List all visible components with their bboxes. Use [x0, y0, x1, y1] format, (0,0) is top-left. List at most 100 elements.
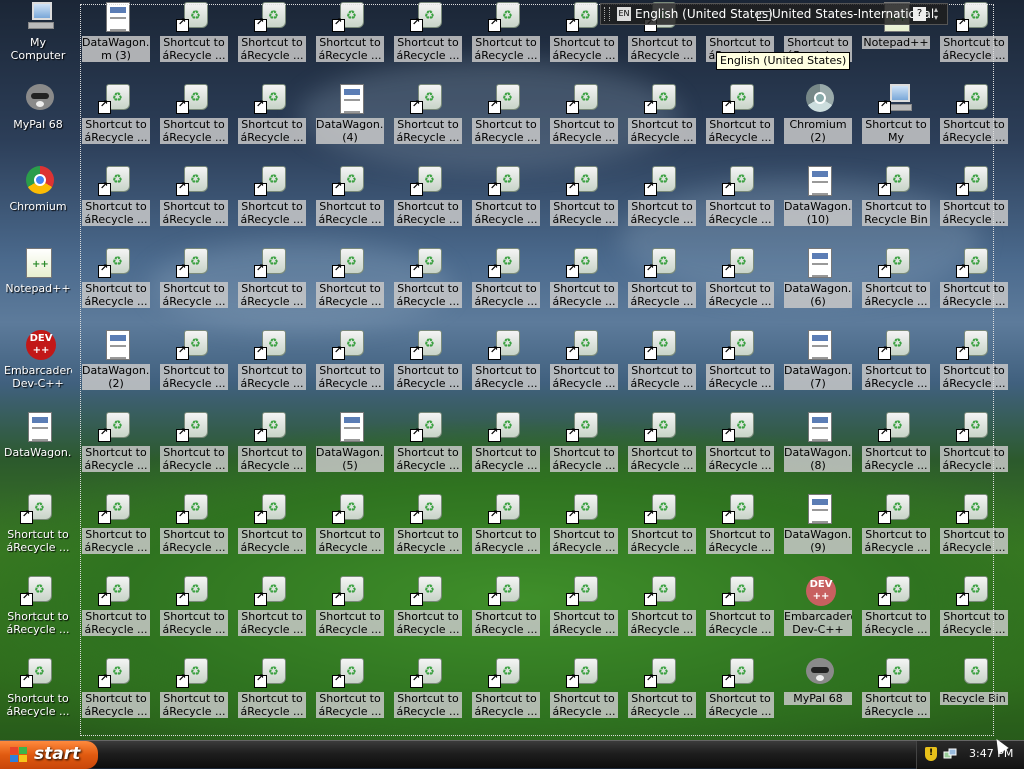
desktop-icon[interactable]: Recycle Bin [936, 658, 1012, 728]
desktop-icon[interactable]: Shortcut to áRecycle ... [546, 576, 622, 646]
desktop-icon[interactable]: DataWagon.... (8) [780, 412, 856, 482]
keyboard-layout[interactable]: United States-International [772, 7, 934, 21]
desktop-icon[interactable]: Shortcut to áRecycle ... [78, 248, 154, 318]
desktop-icon[interactable]: Shortcut to áRecycle ... [156, 2, 232, 72]
desktop-icon[interactable]: Shortcut to áRecycle ... [312, 2, 388, 72]
desktop-icon[interactable]: Shortcut to áRecycle ... [0, 494, 76, 564]
desktop-icon[interactable]: Shortcut to áRecycle ... [546, 84, 622, 154]
desktop[interactable]: My Computer MyPal 68 Chromium Notepad++ DEV+… [0, 0, 1024, 740]
desktop-icon[interactable]: Shortcut to áRecycle ... [546, 248, 622, 318]
desktop-icon[interactable]: DEV++ Embarcadero Dev-C++ (2) [780, 576, 856, 646]
desktop-icon[interactable]: Chromium (2) [780, 84, 856, 154]
desktop-icon[interactable]: Shortcut to áRecycle ... [234, 2, 310, 72]
desktop-icon[interactable]: Shortcut to áRecycle ... [546, 330, 622, 400]
desktop-icon[interactable]: Shortcut to áRecycle ... [624, 330, 700, 400]
desktop-icon[interactable]: DataWagon.... (9) [780, 494, 856, 564]
taskbar[interactable]: start ! 3:47 PM [0, 740, 1024, 769]
desktop-icon[interactable]: DataWagon.... (2) [78, 330, 154, 400]
desktop-icon[interactable]: Shortcut to áRecycle ... [702, 412, 778, 482]
desktop-icon[interactable]: MyPal 68 [780, 658, 856, 728]
input-language[interactable]: English (United States) [635, 7, 773, 21]
desktop-icon[interactable]: DataWagon.co m (3) [78, 2, 154, 72]
desktop-icon[interactable]: Shortcut to áRecycle ... [936, 248, 1012, 318]
desktop-icon[interactable]: Shortcut to áRecycle ... [468, 412, 544, 482]
desktop-icon[interactable]: Shortcut to áRecycle ... [624, 412, 700, 482]
desktop-icon[interactable]: Shortcut to áRecycle ... [858, 494, 934, 564]
desktop-icon[interactable]: Shortcut to áRecycle ... [234, 658, 310, 728]
desktop-icon[interactable]: Shortcut to áRecycle ... [312, 658, 388, 728]
grip-handle[interactable] [604, 7, 610, 21]
language-indicator[interactable]: EN [617, 7, 631, 21]
desktop-icon[interactable]: Shortcut to áRecycle ... [156, 248, 232, 318]
desktop-icon[interactable]: Shortcut to áRecycle ... [468, 494, 544, 564]
desktop-icon[interactable]: DataWagon.... (5) [312, 412, 388, 482]
desktop-icon[interactable]: Shortcut to áRecycle ... [624, 166, 700, 236]
desktop-icon[interactable]: Shortcut to áRecycle ... [390, 576, 466, 646]
options-arrow-icon[interactable]: ▴ ▾ [934, 6, 938, 22]
desktop-icon[interactable]: Shortcut to áRecycle ... [858, 412, 934, 482]
desktop-icon[interactable]: Shortcut to áRecycle ... [156, 494, 232, 564]
desktop-icon[interactable]: Shortcut to áRecycle ... [234, 494, 310, 564]
desktop-icon[interactable]: MyPal 68 [0, 84, 76, 154]
desktop-icon[interactable]: Shortcut to áRecycle ... [936, 84, 1012, 154]
desktop-icon[interactable]: DataWagon.... (10) [780, 166, 856, 236]
desktop-icon[interactable]: Shortcut to áRecycle ... [390, 330, 466, 400]
desktop-icon[interactable]: Shortcut to áRecycle ... [390, 658, 466, 728]
desktop-icon[interactable]: Shortcut to áRecycle ... [312, 166, 388, 236]
desktop-icon[interactable]: Shortcut to áRecycle ... [546, 494, 622, 564]
help-icon[interactable]: ? [913, 7, 926, 21]
desktop-icon[interactable]: Shortcut to áRecycle ... [234, 576, 310, 646]
security-shield-icon[interactable]: ! [925, 747, 937, 761]
desktop-icon[interactable]: Shortcut to áRecycle ... [624, 658, 700, 728]
desktop-icon[interactable]: Shortcut to áRecycle ... [468, 330, 544, 400]
desktop-icon[interactable]: Shortcut to áRecycle ... [78, 166, 154, 236]
network-icon[interactable] [943, 747, 957, 761]
desktop-icon[interactable]: Shortcut to áRecycle ... [546, 412, 622, 482]
desktop-icon[interactable]: Shortcut to áRecycle ... [234, 412, 310, 482]
desktop-icon[interactable]: Shortcut to áRecycle ... [390, 166, 466, 236]
start-button[interactable]: start [0, 741, 98, 769]
desktop-icon[interactable]: Shortcut to áRecycle ... [468, 658, 544, 728]
desktop-icon[interactable]: Shortcut to áRecycle ... [858, 248, 934, 318]
desktop-icon[interactable]: Shortcut to áRecycle ... [156, 330, 232, 400]
desktop-icon[interactable]: DEV ++ Embarcadero Dev-C++ [0, 330, 76, 400]
language-bar[interactable]: EN English (United States) United States… [600, 3, 948, 25]
desktop-icon[interactable]: Shortcut to áRecycle ... [624, 248, 700, 318]
desktop-icon[interactable]: Shortcut to áRecycle ... [156, 166, 232, 236]
desktop-icon[interactable]: Shortcut to áRecycle ... [468, 84, 544, 154]
desktop-icon[interactable]: DataWagon.... (4) [312, 84, 388, 154]
desktop-icon[interactable]: Shortcut to áRecycle ... [234, 330, 310, 400]
desktop-icon[interactable]: Shortcut to áRecycle ... [390, 248, 466, 318]
desktop-icon[interactable]: Shortcut to áRecycle ... [936, 412, 1012, 482]
desktop-icon[interactable]: Shortcut to áRecycle ... [936, 166, 1012, 236]
desktop-icon[interactable]: Shortcut to áRecycle ... [702, 330, 778, 400]
desktop-icon[interactable]: Shortcut to áRecycle ... [156, 84, 232, 154]
desktop-icon[interactable]: Notepad++ [0, 248, 76, 318]
desktop-icon[interactable]: Shortcut to áRecycle ... [858, 658, 934, 728]
desktop-icon[interactable]: Shortcut to áRecycle ... [78, 84, 154, 154]
desktop-icon[interactable]: Shortcut to áRecycle ... [546, 658, 622, 728]
desktop-icon[interactable]: Shortcut to áRecycle ... [936, 330, 1012, 400]
desktop-icon[interactable]: Shortcut to áRecycle ... [390, 494, 466, 564]
desktop-icon[interactable]: DataWagon.... [0, 412, 76, 482]
desktop-icon[interactable]: Shortcut to áRecycle ... [0, 576, 76, 646]
desktop-icon[interactable]: Shortcut to áRecycle ... [858, 576, 934, 646]
desktop-icon[interactable]: Shortcut to áRecycle ... [702, 576, 778, 646]
desktop-icon[interactable]: Shortcut to áRecycle ... [468, 166, 544, 236]
desktop-icon[interactable]: Shortcut to áRecycle ... [858, 330, 934, 400]
desktop-icon[interactable]: Shortcut to áRecycle ... [0, 658, 76, 728]
desktop-icon[interactable]: Shortcut to Recycle Bin [858, 166, 934, 236]
desktop-icon[interactable]: Shortcut to áRecycle ... [702, 494, 778, 564]
desktop-icon[interactable]: Shortcut to áRecycle ... [936, 494, 1012, 564]
desktop-icon[interactable]: Shortcut to áRecycle ... [468, 248, 544, 318]
desktop-icon[interactable]: Shortcut to áRecycle ... [156, 658, 232, 728]
desktop-icon[interactable]: Chromium [0, 166, 76, 236]
desktop-icon[interactable]: Shortcut to áRecycle ... [78, 412, 154, 482]
desktop-icon[interactable]: Shortcut to áRecycle ... [234, 84, 310, 154]
desktop-icon[interactable]: Shortcut to áRecycle ... [468, 2, 544, 72]
desktop-icon[interactable]: Shortcut to áRecycle ... [390, 412, 466, 482]
desktop-icon[interactable]: Shortcut to áRecycle ... [624, 494, 700, 564]
desktop-icon[interactable]: Shortcut to áRecycle ... [312, 330, 388, 400]
desktop-icon[interactable]: Shortcut to áRecycle ... [78, 658, 154, 728]
desktop-icon[interactable]: DataWagon.... (6) [780, 248, 856, 318]
